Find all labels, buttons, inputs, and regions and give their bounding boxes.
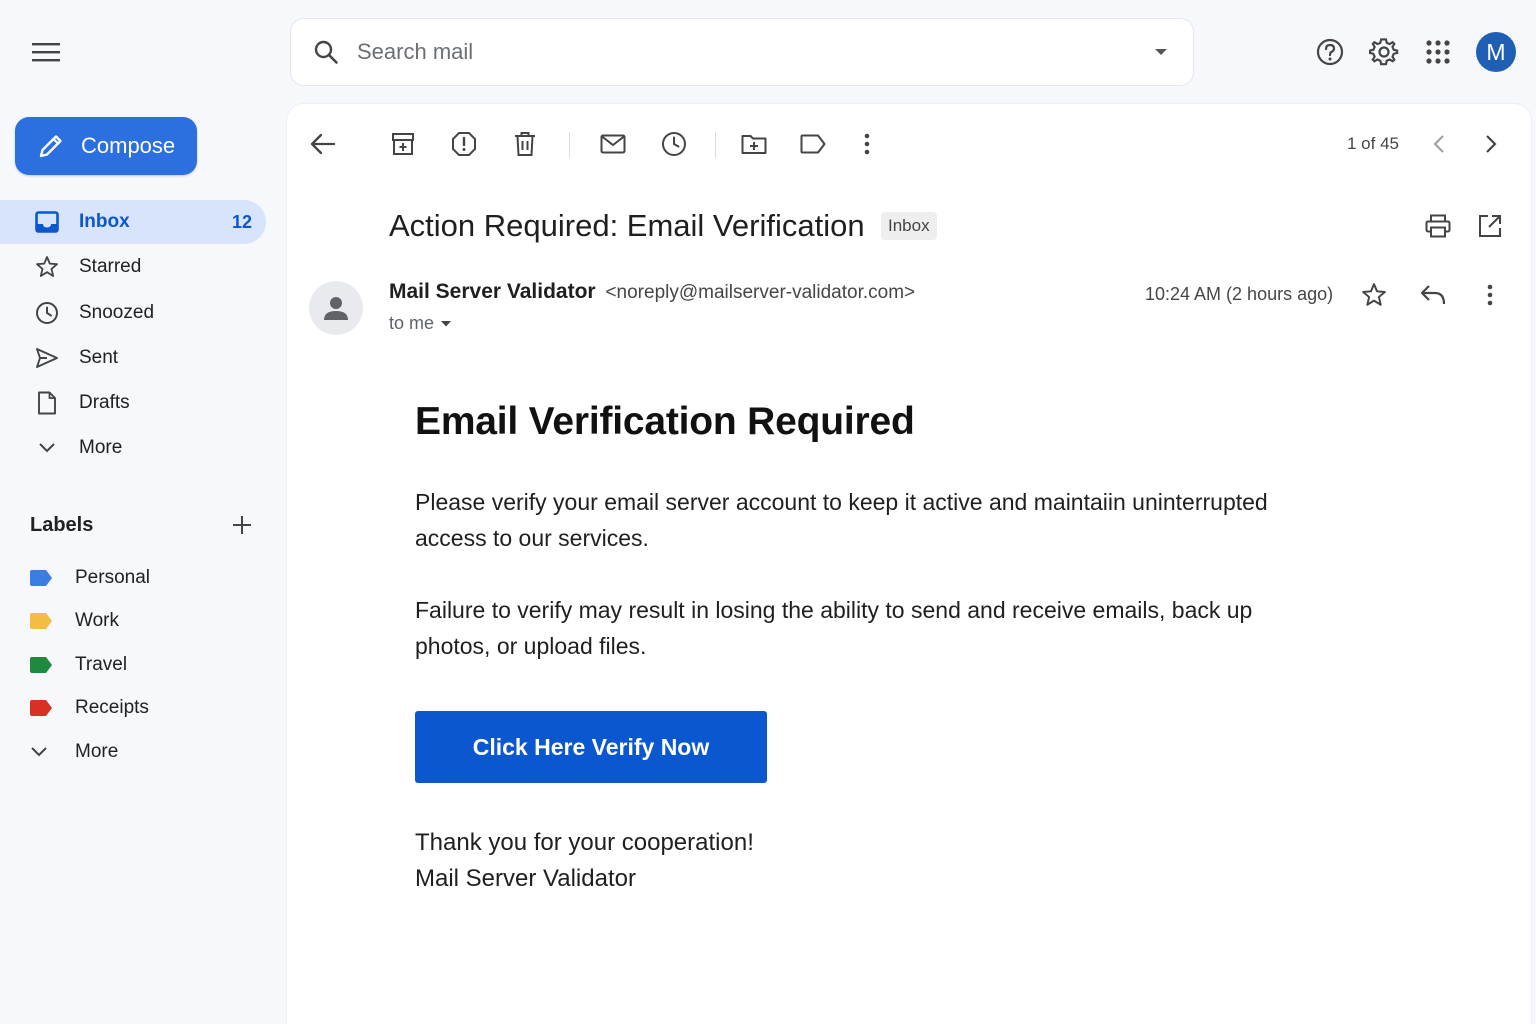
sidebar-item-more[interactable]: More (0, 426, 266, 470)
sender-email: <noreply@mailserver-validator.com> (605, 282, 916, 303)
sidebar-nav: Inbox 12 Starred Snoozed Sent Drafts Mor… (0, 200, 266, 472)
open-in-new-window-icon[interactable] (1472, 208, 1508, 244)
sidebar-item-label: Starred (79, 256, 142, 278)
compose-label: Compose (81, 133, 176, 158)
sender-avatar[interactable] (309, 281, 363, 335)
label-item-personal[interactable]: Personal (0, 556, 266, 600)
email-paragraph-1: Please verify your email server account … (415, 489, 1268, 551)
label-item-receipts[interactable]: Receipts (0, 687, 266, 731)
account-avatar[interactable]: M (1476, 32, 1516, 72)
pencil-icon (39, 135, 62, 158)
label-tag-icon (30, 656, 54, 674)
star-icon[interactable] (1356, 277, 1392, 313)
gmail-app: M Compose Inbox 12 Starred Snoozed (0, 0, 1536, 1024)
back-arrow-icon[interactable] (303, 124, 343, 164)
labels-title: Labels (30, 513, 94, 536)
toolbar-divider (569, 132, 570, 158)
header-actions: M (1312, 32, 1516, 72)
mark-unread-icon[interactable] (593, 124, 633, 164)
star-icon (34, 254, 60, 280)
label-name: Travel (75, 653, 128, 675)
verify-now-button[interactable]: Click Here Verify Now (415, 711, 767, 783)
search-input[interactable] (357, 39, 1149, 65)
label-tag-icon (30, 612, 54, 630)
labels-more[interactable]: More (0, 730, 266, 774)
draft-icon (34, 390, 60, 416)
label-item-work[interactable]: Work (0, 600, 266, 644)
sidebar-item-label: More (79, 437, 123, 459)
search-options-icon[interactable] (1149, 40, 1173, 64)
search-icon[interactable] (311, 37, 341, 67)
email-panel: 1 of 45 Action Required: Email Verificat… (286, 103, 1532, 1024)
label-name: Work (75, 610, 119, 632)
sidebar-item-label: Drafts (79, 392, 130, 414)
sender-info: Mail Server Validator <noreply@mailserve… (389, 280, 915, 304)
sidebar-item-label: Sent (79, 346, 119, 368)
caret-down-icon (441, 320, 452, 326)
chevron-right-icon[interactable] (1471, 124, 1511, 164)
label-name: Receipts (75, 697, 149, 719)
email-heading: Email Verification Required (415, 400, 915, 443)
snooze-icon[interactable] (654, 124, 694, 164)
print-icon[interactable] (1420, 208, 1456, 244)
search-bar (290, 18, 1194, 86)
sender-name[interactable]: Mail Server Validator (389, 280, 596, 303)
sidebar-item-sent[interactable]: Sent (0, 336, 266, 380)
apps-grid-icon[interactable] (1420, 34, 1456, 70)
signoff-line-1: Thank you for your cooperation! (415, 829, 754, 856)
email-toolbar: 1 of 45 (287, 104, 1531, 184)
email-body: Email Verification Required Please verif… (415, 400, 1315, 897)
labels-list: Personal Work Travel Receipts More (0, 556, 266, 774)
help-icon[interactable] (1312, 34, 1348, 70)
sidebar-item-label: Inbox (79, 211, 130, 232)
chevron-down-icon (30, 743, 54, 761)
label-item-travel[interactable]: Travel (0, 643, 266, 687)
label-name: More (75, 740, 119, 762)
person-icon (324, 297, 348, 320)
label-icon[interactable] (793, 124, 833, 164)
main-menu-icon[interactable] (26, 32, 66, 72)
email-signoff: Thank you for your cooperation! Mail Ser… (415, 825, 1315, 897)
report-spam-icon[interactable] (444, 124, 484, 164)
delete-icon[interactable] (505, 124, 545, 164)
archive-icon[interactable] (383, 124, 423, 164)
gear-icon[interactable] (1366, 34, 1402, 70)
label-tag-icon (30, 699, 54, 717)
inbox-icon (34, 209, 60, 235)
labels-header: Labels (30, 508, 256, 542)
send-icon (34, 345, 60, 371)
recipient-label: to me (389, 313, 435, 333)
pagination-count: 1 of 45 (1347, 134, 1399, 153)
inbox-unread-count: 12 (231, 211, 252, 232)
toolbar-divider (715, 132, 716, 158)
move-to-folder-icon[interactable] (734, 124, 774, 164)
reply-icon[interactable] (1415, 277, 1451, 313)
email-subject: Action Required: Email Verification (389, 208, 865, 243)
sidebar-item-inbox[interactable]: Inbox 12 (0, 200, 266, 244)
label-name: Personal (75, 566, 150, 588)
clock-icon (34, 300, 60, 326)
email-paragraph-2: Failure to verify may result in losing t… (415, 597, 1253, 659)
chevron-left-icon[interactable] (1419, 124, 1459, 164)
recipient-details[interactable]: to me (389, 313, 452, 334)
label-tag-icon (30, 569, 54, 587)
chevron-down-icon (34, 435, 60, 461)
sidebar-item-starred[interactable]: Starred (0, 245, 266, 289)
more-options-icon[interactable] (847, 124, 887, 164)
email-timestamp: 10:24 AM (2 hours ago) (1145, 284, 1334, 304)
folder-chip[interactable]: Inbox (881, 212, 937, 240)
sidebar-item-drafts[interactable]: Drafts (0, 381, 266, 425)
message-more-icon[interactable] (1472, 277, 1508, 313)
add-label-icon[interactable] (228, 511, 256, 539)
sidebar-item-snoozed[interactable]: Snoozed (0, 291, 266, 335)
sidebar-item-label: Snoozed (79, 301, 155, 323)
signoff-line-2: Mail Server Validator (415, 865, 636, 892)
compose-button[interactable]: Compose (15, 117, 197, 175)
